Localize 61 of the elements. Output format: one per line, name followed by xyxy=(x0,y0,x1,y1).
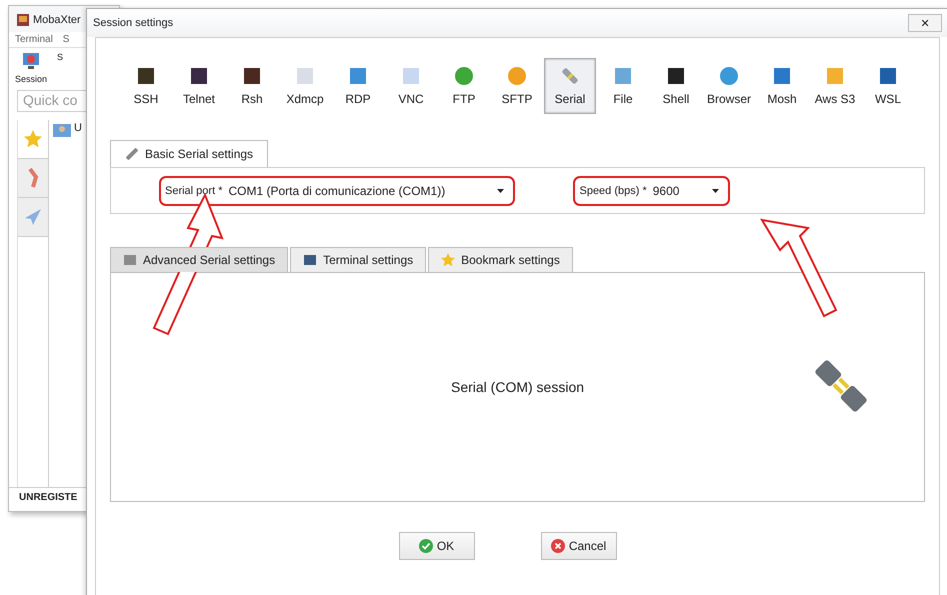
window-title: MobaXter xyxy=(33,14,81,26)
session-icon xyxy=(136,66,156,86)
sidebar-tab[interactable] xyxy=(18,198,48,237)
session-icon xyxy=(242,66,262,86)
session-type-button[interactable]: Telnet xyxy=(173,58,225,114)
session-type-button[interactable]: Aws S3 xyxy=(809,58,861,114)
session-icon xyxy=(295,66,315,86)
check-icon xyxy=(418,539,433,553)
settings-tab[interactable]: Terminal settings xyxy=(290,247,426,272)
close-button[interactable]: ✕ xyxy=(908,14,942,32)
ok-button[interactable]: OK xyxy=(398,532,474,560)
cancel-button[interactable]: Cancel xyxy=(540,532,616,560)
session-icon xyxy=(772,66,792,86)
tree-item[interactable]: U xyxy=(74,122,82,134)
tab-icon xyxy=(303,253,318,267)
session-icon xyxy=(348,66,368,86)
app-icon xyxy=(17,14,29,26)
menu-item[interactable]: Terminal xyxy=(15,34,53,45)
settings-tab[interactable]: Basic Serial settings xyxy=(110,140,268,167)
field-label: Serial port * xyxy=(165,184,222,196)
field-label: Speed (bps) * xyxy=(579,184,647,196)
session-type-button[interactable]: Shell xyxy=(650,58,702,114)
toolbar-button[interactable]: S xyxy=(55,52,66,84)
paper-plane-icon xyxy=(24,208,42,226)
session-type-button[interactable]: WSL xyxy=(862,58,914,114)
cancel-icon xyxy=(550,539,565,553)
settings-tab[interactable]: Bookmark settings xyxy=(428,247,573,272)
session-icon xyxy=(719,66,739,86)
dropdown-caret-icon xyxy=(712,188,719,192)
dropdown-caret-icon xyxy=(497,188,504,192)
session-type-button[interactable]: Rsh xyxy=(226,58,278,114)
session-icon xyxy=(613,66,633,86)
menu-item[interactable]: S xyxy=(62,34,70,45)
session-type-button[interactable]: Mosh xyxy=(756,58,808,114)
session-icon xyxy=(507,66,527,86)
session-type-button[interactable]: SSH xyxy=(120,58,172,114)
star-icon xyxy=(23,129,43,149)
session-type-button[interactable]: SFTP xyxy=(491,58,543,114)
session-type-button[interactable]: Serial xyxy=(544,58,596,114)
session-icon xyxy=(666,66,686,86)
session-type-button[interactable]: RDP xyxy=(332,58,384,114)
panel-text: Serial (COM) session xyxy=(450,379,584,395)
session-type-button[interactable]: VNC xyxy=(385,58,437,114)
session-type-button[interactable]: Xdmcp xyxy=(279,58,331,114)
status-text: UNREGISTE xyxy=(19,492,78,503)
monitor-icon xyxy=(22,52,40,70)
session-type-button[interactable]: Browser xyxy=(703,58,755,114)
user-folder-icon xyxy=(53,122,71,137)
session-icon xyxy=(189,66,209,86)
session-type-button[interactable]: FTP xyxy=(438,58,490,114)
session-icon xyxy=(454,66,474,86)
session-icon xyxy=(878,66,898,86)
session-icon xyxy=(825,66,845,86)
session-icon xyxy=(401,66,421,86)
tab-icon xyxy=(441,253,456,267)
sidebar-tab[interactable] xyxy=(18,159,48,198)
toolbar-button[interactable]: Session xyxy=(13,52,50,84)
settings-tab[interactable]: Advanced Serial settings xyxy=(110,247,288,272)
session-type-button[interactable]: File xyxy=(597,58,649,114)
dialog-title: Session settings xyxy=(93,17,174,29)
tab-icon xyxy=(123,253,137,267)
